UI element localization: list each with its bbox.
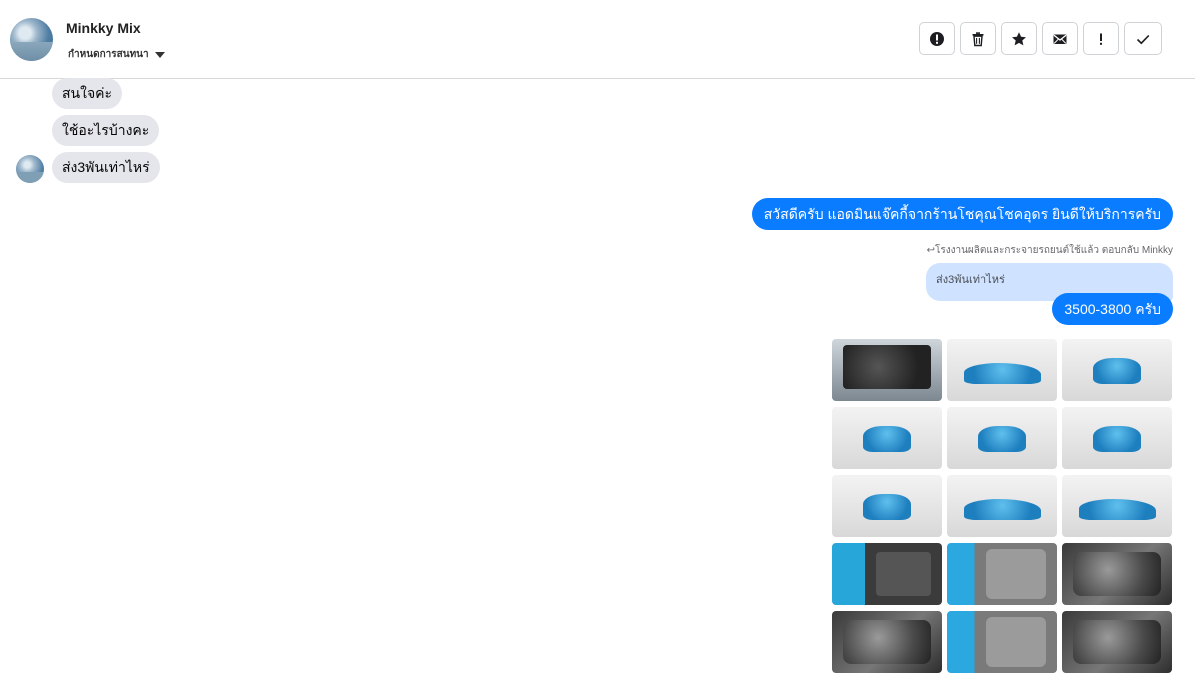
- car-photo[interactable]: [947, 611, 1057, 673]
- sender-avatar: [16, 155, 44, 183]
- outgoing-message-greeting[interactable]: สวัสดีครับ แอดมินแจ๊คกี้จากร้านโชคุณโชคอ…: [751, 198, 1173, 230]
- mark-unread-button[interactable]: [1042, 22, 1078, 55]
- car-photo[interactable]: [832, 543, 942, 605]
- car-photo[interactable]: [947, 339, 1057, 401]
- star-button[interactable]: [1001, 22, 1037, 55]
- car-photo[interactable]: [1062, 407, 1172, 469]
- car-photo[interactable]: [1062, 339, 1172, 401]
- check-icon: [1136, 34, 1150, 44]
- car-photo[interactable]: [1062, 611, 1172, 673]
- reply-context-label: ↩โรงงานผลิตและกระจายรถยนต์ใช้แล้ว ตอบกลั…: [926, 245, 1173, 256]
- delete-button[interactable]: [960, 22, 996, 55]
- contact-avatar[interactable]: [10, 18, 53, 61]
- car-photo[interactable]: [832, 611, 942, 673]
- conversation-header: Minkky Mix กำหนดการสนทนา: [0, 0, 1195, 79]
- car-photo[interactable]: [832, 475, 942, 537]
- alert-circle-icon: [930, 31, 944, 46]
- contact-name[interactable]: Minkky Mix: [66, 20, 141, 36]
- car-photo[interactable]: [832, 339, 942, 401]
- star-icon: [1012, 31, 1026, 45]
- outgoing-message-reply[interactable]: 3500-3800 ครับ: [1052, 293, 1173, 325]
- car-photo[interactable]: [1062, 475, 1172, 537]
- car-photo[interactable]: [947, 407, 1057, 469]
- conversation-settings-dropdown[interactable]: กำหนดการสนทนา: [68, 47, 165, 62]
- mark-done-button[interactable]: [1124, 22, 1162, 55]
- trash-icon: [972, 31, 984, 46]
- car-photo[interactable]: [832, 407, 942, 469]
- caret-down-icon: [154, 51, 165, 58]
- car-photo[interactable]: [1062, 543, 1172, 605]
- car-photo[interactable]: [947, 543, 1057, 605]
- spam-alert-button[interactable]: [919, 22, 955, 55]
- follow-up-button[interactable]: [1083, 22, 1119, 55]
- incoming-message[interactable]: ส่ง3พันเท่าไหร่: [52, 152, 160, 183]
- quoted-message-text: ส่ง3พันเท่าไหร่: [936, 274, 1005, 286]
- conversation-toolbar: [919, 22, 1162, 55]
- envelope-icon: [1053, 34, 1067, 44]
- photo-grid: [832, 339, 1173, 673]
- exclamation-icon: [1100, 33, 1102, 45]
- incoming-message[interactable]: สนใจค่ะ: [52, 78, 123, 109]
- car-photo[interactable]: [947, 475, 1057, 537]
- incoming-message[interactable]: ใช้อะไรบ้างคะ: [52, 115, 160, 146]
- conversation-settings-label: กำหนดการสนทนา: [68, 49, 149, 60]
